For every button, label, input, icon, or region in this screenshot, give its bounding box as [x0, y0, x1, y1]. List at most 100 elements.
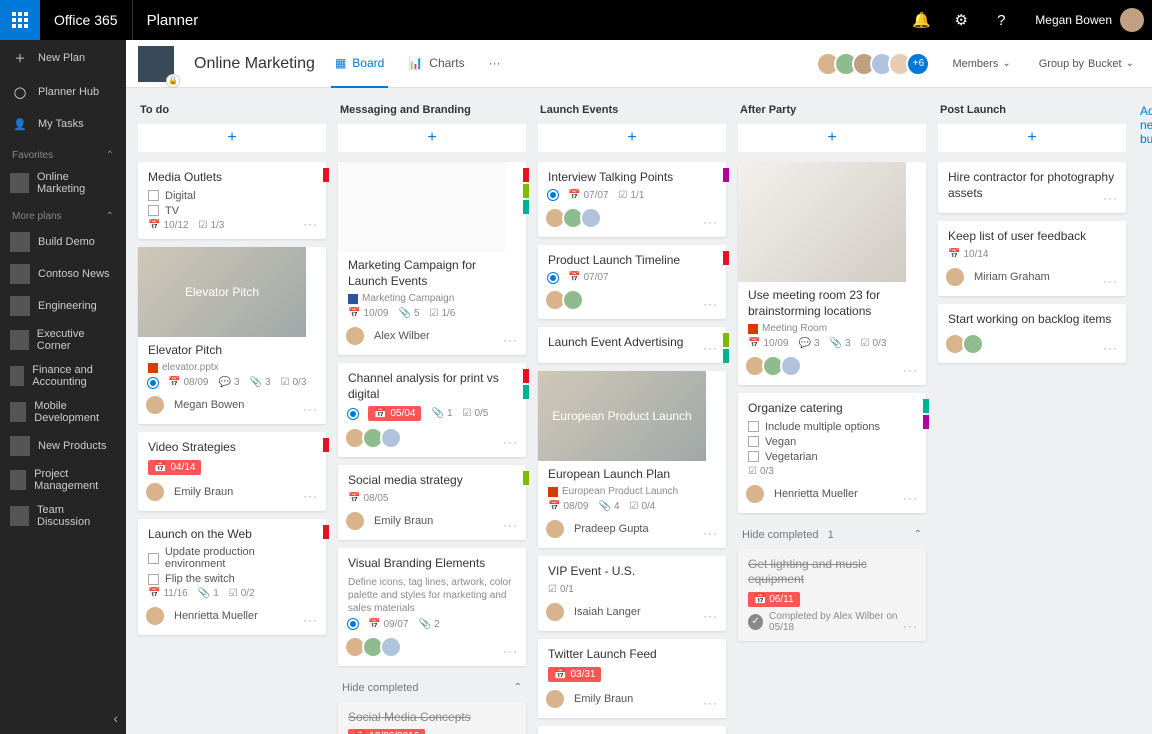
card-menu-icon[interactable]: ··· — [703, 696, 718, 710]
task-card[interactable]: Organize cateringInclude multiple option… — [738, 393, 926, 513]
checkbox-icon[interactable] — [748, 421, 759, 432]
checkbox-icon[interactable] — [748, 436, 759, 447]
add-task-button[interactable]: + — [938, 124, 1126, 152]
sidebar-plan-item[interactable]: Team Discussion — [0, 498, 126, 534]
card-menu-icon[interactable]: ··· — [1103, 191, 1118, 205]
new-plan-button[interactable]: ＋ New Plan — [0, 40, 126, 76]
sidebar-plan-item[interactable]: New Products — [0, 430, 126, 462]
hide-completed-toggle[interactable]: Hide completed ⌃ — [338, 674, 526, 702]
task-card[interactable]: Interview Talking Points📅07/07☑1/1··· — [538, 162, 726, 237]
checkbox-icon[interactable] — [748, 451, 759, 462]
task-card[interactable]: Press Release Text📎3··· — [538, 726, 726, 734]
user-menu[interactable]: Megan Bowen — [1021, 8, 1152, 32]
add-task-button[interactable]: + — [538, 124, 726, 152]
card-menu-icon[interactable]: ··· — [903, 363, 918, 377]
task-card[interactable]: Product Launch Timeline📅07/07··· — [538, 245, 726, 320]
sidebar-plan-item[interactable]: Engineering — [0, 290, 126, 322]
more-plans-section-header[interactable]: More plans ⌃ — [0, 201, 126, 226]
add-bucket-button[interactable]: Add new bu — [1138, 100, 1152, 150]
card-menu-icon[interactable]: ··· — [703, 341, 718, 355]
bucket-title[interactable]: After Party — [738, 100, 926, 124]
task-card[interactable]: Twitter Launch Feed📅03/31Emily Braun··· — [538, 639, 726, 718]
card-menu-icon[interactable]: ··· — [303, 489, 318, 503]
task-card[interactable]: Hire contractor for photography assets··… — [938, 162, 1126, 213]
more-members-badge[interactable]: +6 — [906, 52, 930, 76]
task-card[interactable]: Visual Branding ElementsDefine icons, ta… — [338, 548, 526, 666]
card-menu-icon[interactable]: ··· — [303, 402, 318, 416]
sidebar-plan-item[interactable]: Contoso News — [0, 258, 126, 290]
tab-charts[interactable]: 📊 Charts — [404, 40, 468, 88]
task-card[interactable]: Launch Event Advertising··· — [538, 327, 726, 363]
card-menu-icon[interactable]: ··· — [503, 333, 518, 347]
task-card[interactable]: Launch on the WebUpdate production envir… — [138, 519, 326, 636]
card-menu-icon[interactable]: ··· — [903, 619, 918, 633]
checklist-item[interactable]: Digital — [148, 190, 316, 202]
collapse-sidebar-icon[interactable]: ‹ — [113, 710, 118, 726]
checkbox-icon[interactable] — [148, 553, 159, 564]
my-tasks-link[interactable]: 👤 My Tasks — [0, 108, 126, 140]
planner-hub-link[interactable]: ◯ Planner Hub — [0, 76, 126, 108]
task-card[interactable]: Elevator PitchElevator Pitchelevator.ppt… — [138, 247, 326, 425]
card-menu-icon[interactable]: ··· — [703, 526, 718, 540]
task-card[interactable]: Use meeting room 23 for brainstorming lo… — [738, 162, 926, 385]
card-menu-icon[interactable]: ··· — [1103, 274, 1118, 288]
card-menu-icon[interactable]: ··· — [503, 644, 518, 658]
bucket-title[interactable]: Post Launch — [938, 100, 1126, 124]
notifications-icon[interactable]: 🔔 — [901, 0, 941, 40]
task-card[interactable]: Marketing Campaign for Launch EventsMark… — [338, 162, 526, 355]
card-menu-icon[interactable]: ··· — [303, 217, 318, 231]
checklist-item[interactable]: Flip the switch — [148, 573, 316, 585]
sidebar-plan-item[interactable]: Build Demo — [0, 226, 126, 258]
card-menu-icon[interactable]: ··· — [703, 297, 718, 311]
card-menu-icon[interactable]: ··· — [503, 518, 518, 532]
settings-gear-icon[interactable]: ⚙ — [941, 0, 981, 40]
checklist-item[interactable]: TV — [148, 205, 316, 217]
task-card[interactable]: European Product LaunchEuropean Launch P… — [538, 371, 726, 549]
card-menu-icon[interactable]: ··· — [903, 491, 918, 505]
task-card[interactable]: Media OutletsDigitalTV📅10/12☑1/3··· — [138, 162, 326, 239]
sidebar-plan-item[interactable]: Finance and Accounting — [0, 358, 126, 394]
checklist-item[interactable]: Vegan — [748, 436, 916, 448]
checklist-item[interactable]: Update production environment — [148, 546, 316, 570]
add-task-button[interactable]: + — [338, 124, 526, 152]
sidebar-plan-item[interactable]: Executive Corner — [0, 322, 126, 358]
card-attachment[interactable]: elevator.pptx — [148, 362, 316, 373]
add-task-button[interactable]: + — [738, 124, 926, 152]
sidebar-plan-item[interactable]: Project Management — [0, 462, 126, 498]
sidebar-plan-item[interactable]: Online Marketing — [0, 165, 126, 201]
app-launcher-icon[interactable] — [0, 0, 40, 40]
task-card-completed[interactable]: Get lighting and music equipment 📅 06/11… — [738, 549, 926, 641]
groupby-dropdown[interactable]: Group by Bucket ⌄ — [1033, 58, 1140, 70]
checkbox-icon[interactable] — [148, 205, 159, 216]
card-attachment[interactable]: European Product Launch — [548, 486, 716, 497]
checklist-item[interactable]: Include multiple options — [748, 421, 916, 433]
bucket-title[interactable]: Messaging and Branding — [338, 100, 526, 124]
card-attachment[interactable]: Marketing Campaign — [348, 293, 516, 304]
help-icon[interactable]: ? — [981, 0, 1021, 40]
bucket-title[interactable]: Launch Events — [538, 100, 726, 124]
task-card[interactable]: Start working on backlog items··· — [938, 304, 1126, 364]
card-menu-icon[interactable]: ··· — [703, 215, 718, 229]
bucket-title[interactable]: To do — [138, 100, 326, 124]
task-card[interactable]: Channel analysis for print vs digital📅05… — [338, 363, 526, 457]
card-menu-icon[interactable]: ··· — [303, 613, 318, 627]
task-card[interactable]: Video Strategies📅04/14Emily Braun··· — [138, 432, 326, 511]
members-dropdown[interactable]: Members ⌄ — [946, 58, 1016, 70]
more-menu[interactable]: ··· — [485, 40, 505, 88]
task-card[interactable]: VIP Event - U.S.☑0/1Isaiah Langer··· — [538, 556, 726, 631]
card-attachment[interactable]: Meeting Room — [748, 323, 916, 334]
tab-board[interactable]: ▦ Board — [331, 40, 388, 88]
task-card[interactable]: Social media strategy📅08/05Emily Braun··… — [338, 465, 526, 540]
checklist-item[interactable]: Vegetarian — [748, 451, 916, 463]
task-card[interactable]: Keep list of user feedback📅10/14Miriam G… — [938, 221, 1126, 296]
checkbox-icon[interactable] — [148, 574, 159, 585]
favorites-section-header[interactable]: Favorites ⌃ — [0, 140, 126, 165]
add-task-button[interactable]: + — [138, 124, 326, 152]
card-menu-icon[interactable]: ··· — [503, 435, 518, 449]
card-menu-icon[interactable]: ··· — [1103, 341, 1118, 355]
checkbox-icon[interactable] — [148, 190, 159, 201]
hide-completed-toggle[interactable]: Hide completed 1 ⌃ — [738, 521, 926, 549]
plan-members-avatars[interactable]: +6 — [822, 52, 930, 76]
task-card-completed[interactable]: Social Media Concepts 📅 12/20/2016 ✓Comp… — [338, 702, 526, 734]
sidebar-plan-item[interactable]: Mobile Development — [0, 394, 126, 430]
